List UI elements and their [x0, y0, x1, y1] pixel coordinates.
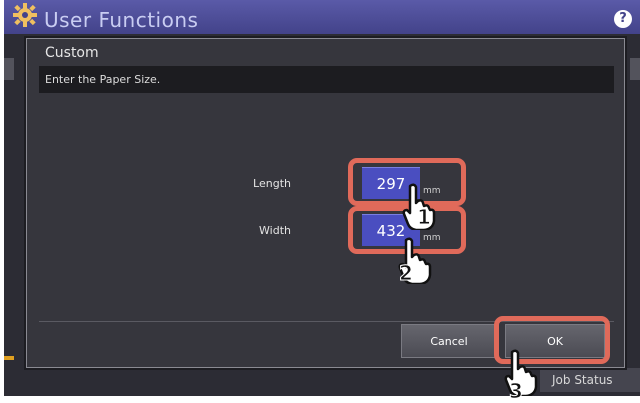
instruction-text: Enter the Paper Size.: [45, 73, 161, 86]
help-icon[interactable]: ?: [614, 10, 632, 28]
step-number-2: 2: [399, 261, 414, 285]
background-tab-left: [4, 58, 14, 80]
step-number-3: 3: [509, 379, 524, 403]
gear-icon: [13, 3, 37, 27]
header-bar: User Functions ?: [4, 0, 640, 34]
background-accent: [4, 356, 14, 360]
svg-text:3: 3: [509, 379, 523, 402]
app-title: User Functions: [44, 8, 199, 32]
job-status-button[interactable]: Job Status: [540, 368, 640, 392]
length-label: Length: [253, 177, 291, 190]
cancel-button[interactable]: Cancel: [401, 324, 497, 358]
dialog-title: Custom: [45, 45, 99, 61]
message-bar: Enter the Paper Size.: [39, 66, 614, 93]
svg-text:1: 1: [417, 205, 431, 228]
step-number-1: 1: [417, 205, 432, 229]
background-tab-right: [630, 58, 640, 80]
svg-text:2: 2: [399, 261, 413, 284]
width-label: Width: [259, 224, 291, 237]
